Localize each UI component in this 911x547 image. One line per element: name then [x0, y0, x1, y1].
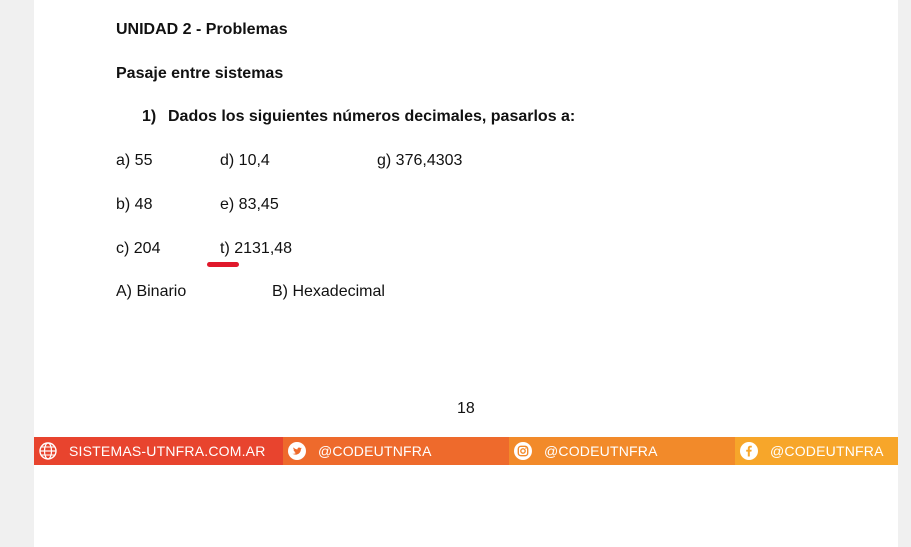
footer-instagram-label: @CODEUTNFRA	[544, 443, 658, 459]
footer-twitter[interactable]: @CODEUTNFRA	[283, 437, 509, 465]
item-b: b) 48	[116, 196, 153, 213]
item-g: g) 376,4303	[377, 152, 463, 169]
twitter-icon	[288, 442, 306, 460]
problem-statement: Dados los siguientes números decimales, …	[168, 108, 576, 125]
footer-facebook[interactable]: @CODEUTNFRA	[735, 437, 898, 465]
footer-twitter-label: @CODEUTNFRA	[318, 443, 432, 459]
target-binario: A) Binario	[116, 283, 187, 300]
problem-number: 1)	[142, 108, 157, 125]
globe-icon	[39, 442, 57, 460]
red-underline-annotation	[207, 262, 239, 267]
footer-banner: SISTEMAS-UTNFRA.COM.AR @CODEUTNFRA @CODE…	[34, 437, 898, 465]
footer-instagram[interactable]: @CODEUTNFRA	[509, 437, 735, 465]
facebook-icon	[740, 442, 758, 460]
footer-facebook-label: @CODEUTNFRA	[770, 443, 884, 459]
page-number: 18	[457, 400, 475, 417]
item-d: d) 10,4	[220, 152, 270, 169]
footer-website-label: SISTEMAS-UTNFRA.COM.AR	[69, 443, 266, 459]
document-page: UNIDAD 2 - Problemas Pasaje entre sistem…	[34, 0, 898, 547]
item-c: c) 204	[116, 240, 161, 257]
item-a: a) 55	[116, 152, 153, 169]
instagram-icon	[514, 442, 532, 460]
target-hexadecimal: B) Hexadecimal	[272, 283, 385, 300]
item-t: t) 2131,48	[220, 240, 293, 257]
item-e: e) 83,45	[220, 196, 279, 213]
section-title: Pasaje entre sistemas	[116, 65, 284, 82]
footer-website[interactable]: SISTEMAS-UTNFRA.COM.AR	[34, 437, 283, 465]
unit-title: UNIDAD 2 - Problemas	[116, 21, 288, 38]
